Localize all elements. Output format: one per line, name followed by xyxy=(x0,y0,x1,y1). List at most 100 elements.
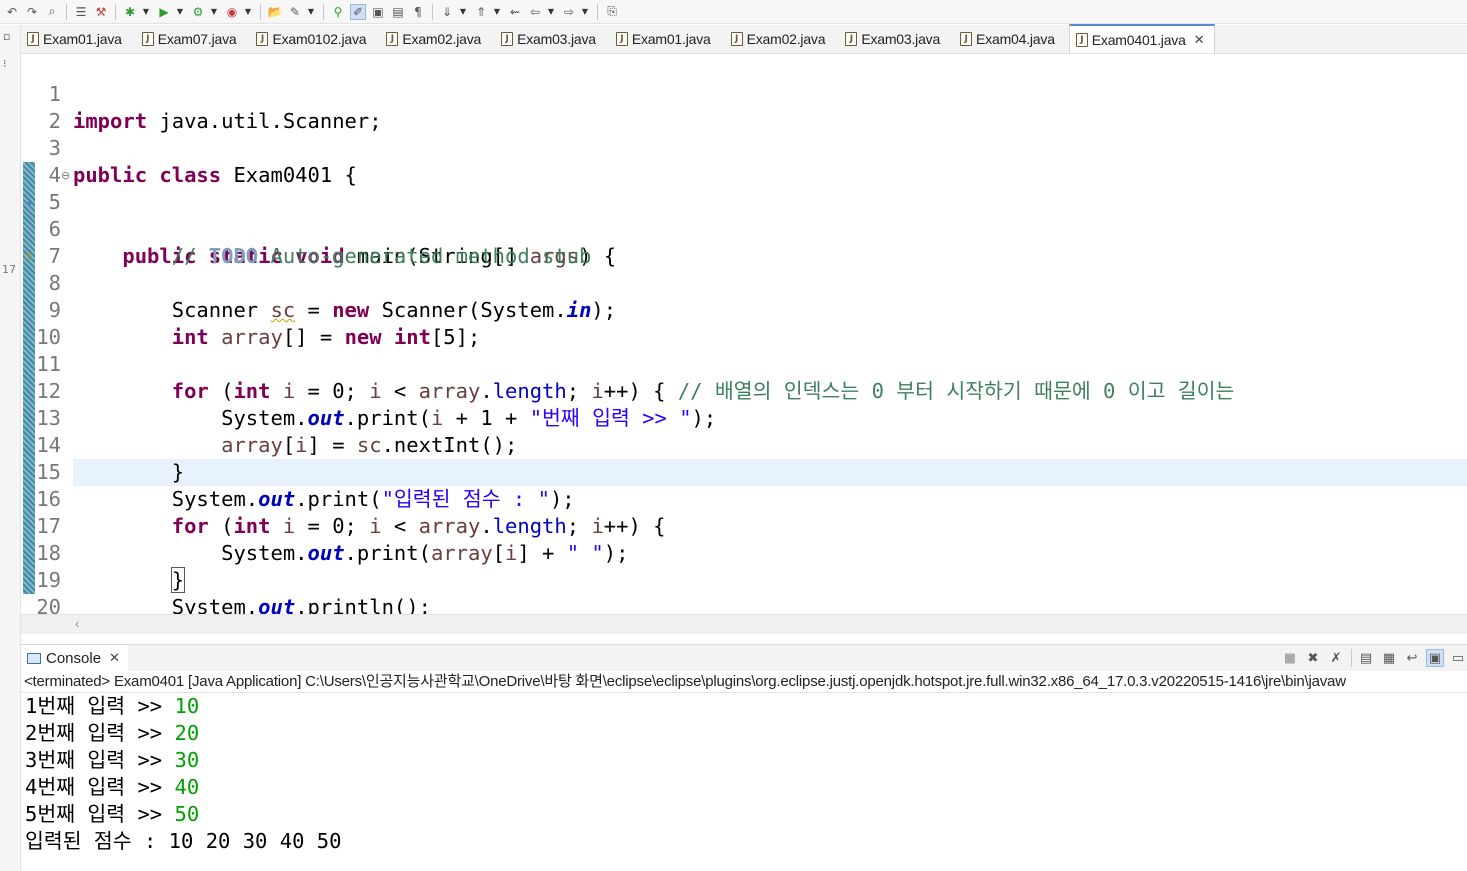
left-trim-strip: ▫ ⁝ 17 xyxy=(0,25,21,871)
tab-exam01[interactable]: J Exam01.java xyxy=(21,25,132,53)
tab-exam07[interactable]: J Exam07.java xyxy=(136,25,247,53)
code-line: 4 xyxy=(21,135,1467,187)
console-output[interactable]: 1번째 입력 >> 10 2번째 입력 >> 20 3번째 입력 >> 30 4… xyxy=(21,693,1467,871)
previous-annotation-icon[interactable]: ⇑ xyxy=(473,4,489,20)
code-line: 2 xyxy=(21,81,1467,133)
close-icon[interactable]: ✕ xyxy=(1194,32,1205,48)
block-selection-icon[interactable]: ▣ xyxy=(370,4,386,20)
line-marker-label: 17 xyxy=(2,263,16,276)
remove-launch-icon[interactable]: ✖ xyxy=(1304,649,1322,667)
tab-exam02[interactable]: J Exam02.java xyxy=(380,25,491,53)
toolbar-separator xyxy=(260,3,261,20)
tab-console[interactable]: Console ✕ xyxy=(21,645,128,671)
next-annotation-icon[interactable]: ⇓ xyxy=(439,4,455,20)
highlight-icon[interactable]: ✐ xyxy=(350,3,366,20)
code-line: 11 for (int i = 0; i < array.length; i++… xyxy=(21,324,1467,403)
chevron-down-icon[interactable]: ▼ xyxy=(142,4,150,20)
code-line: 15 System.out.print("입력된 점수 : "); xyxy=(21,432,1467,511)
coverage-icon[interactable]: ◉ xyxy=(224,4,240,20)
tab-label: Exam01.java xyxy=(631,31,711,47)
pin-console-icon[interactable]: ▣ xyxy=(1426,649,1444,667)
word-wrap-icon[interactable]: ▤ xyxy=(390,4,406,20)
chevron-down-icon[interactable]: ▼ xyxy=(210,4,218,20)
toolbar-separator xyxy=(432,3,433,20)
code-editor[interactable]: ▴ ⚠ 1 import java.util.Scanner; 2 3 publ… xyxy=(21,54,1467,634)
scroll-lock-icon[interactable]: ▦ xyxy=(1380,649,1398,667)
tab-exam03[interactable]: J Exam03.java xyxy=(495,25,606,53)
editor-tab-bar: J Exam01.java J Exam07.java J Exam0102.j… xyxy=(21,24,1467,54)
console-line: 3번째 입력 >> 30 xyxy=(25,747,199,774)
refactor-icon[interactable]: ⚒ xyxy=(93,4,109,20)
close-icon[interactable]: ✕ xyxy=(109,650,120,666)
debug-icon[interactable]: ✱ xyxy=(122,4,138,20)
open-type-icon[interactable]: 📂 xyxy=(267,4,283,20)
console-prompt: 5번째 입력 >> xyxy=(25,802,175,826)
breadcrumb-icon[interactable]: ⚲ xyxy=(330,4,346,20)
display-console-icon[interactable]: ▭ xyxy=(1449,649,1467,667)
tab-exam04[interactable]: J Exam04.java xyxy=(954,25,1065,53)
back-icon[interactable]: ⇦ xyxy=(527,4,543,20)
show-whitespace-icon[interactable]: ¶ xyxy=(410,4,426,20)
java-file-icon: J xyxy=(1075,32,1088,47)
redo-icon[interactable]: ↷ xyxy=(24,4,40,20)
pin-editor-icon[interactable]: ⎘ xyxy=(604,4,620,20)
tab-exam0401[interactable]: J Exam0401.java ✕ xyxy=(1068,24,1216,53)
clear-console-icon[interactable]: ▤ xyxy=(1357,649,1375,667)
chevron-down-icon[interactable]: ▼ xyxy=(459,4,467,20)
main-toolbar: ↶ ↷ ⌕ ☰ ⚒ ✱ ▼ ▶ ▼ ⚙ ▼ ◉ ▼ 📂 ✎ ▼ ⚲ ✐ ▣ ▤ … xyxy=(0,0,1467,24)
toolbar-separator xyxy=(597,3,598,20)
java-file-icon: J xyxy=(845,32,858,46)
java-file-icon: J xyxy=(141,32,154,46)
remove-all-terminated-icon[interactable]: ✗ xyxy=(1327,649,1345,667)
scroll-left-icon[interactable]: ‹ xyxy=(75,616,79,631)
run-icon[interactable]: ▶ xyxy=(156,4,172,20)
package-explorer-icon[interactable]: ⁝ xyxy=(3,57,7,70)
chevron-down-icon[interactable]: ▼ xyxy=(547,4,555,20)
chevron-down-icon[interactable]: ▼ xyxy=(176,4,184,20)
console-input-value: 10 xyxy=(174,694,200,718)
word-wrap-icon[interactable]: ↩ xyxy=(1403,649,1421,667)
console-tab-label: Console xyxy=(46,649,102,667)
tab-label: Exam02.java xyxy=(746,31,826,47)
java-file-icon: J xyxy=(386,32,399,46)
toggle-mark-occurrences-icon[interactable]: ↶ xyxy=(4,4,20,20)
chevron-down-icon[interactable]: ▼ xyxy=(493,4,501,20)
console-input-value: 30 xyxy=(174,748,200,772)
tab-exam0102[interactable]: J Exam0102.java xyxy=(250,25,376,53)
tab-label: Exam04.java xyxy=(976,31,1055,47)
java-file-icon: J xyxy=(960,32,973,46)
code-line: 7 xyxy=(21,216,1467,268)
code-line: 6 // TODO Auto-generated method stub xyxy=(21,189,1467,268)
fold-collapse-icon[interactable]: ⊖ xyxy=(61,162,70,189)
code-line: 13 array[i] = sc.nextInt(); xyxy=(21,378,1467,457)
console-line: 1번째 입력 >> 10 xyxy=(25,693,199,720)
console-prompt: 1번째 입력 >> xyxy=(25,694,175,718)
open-task-icon[interactable]: ✎ xyxy=(287,4,303,20)
tab-label: Exam0401.java xyxy=(1091,31,1186,48)
chevron-down-icon[interactable]: ▼ xyxy=(244,4,252,20)
tab-label: Exam01.java xyxy=(43,31,122,47)
chevron-down-icon[interactable]: ▼ xyxy=(307,4,315,20)
terminate-icon[interactable]: ■ xyxy=(1281,649,1299,667)
tab-exam01-b[interactable]: J Exam01.java xyxy=(610,25,721,53)
tab-exam02-b[interactable]: J Exam02.java xyxy=(725,25,836,53)
code-line: 5 ⊖ public static void main(String[] arg… xyxy=(21,162,1467,268)
tab-label: Exam02.java xyxy=(402,31,482,47)
last-edit-icon[interactable]: ⇜ xyxy=(507,4,523,20)
console-input-value: 40 xyxy=(174,775,200,799)
tab-exam03-b[interactable]: J Exam03.java xyxy=(839,25,950,53)
toolbar-separator xyxy=(66,3,67,20)
chevron-down-icon[interactable]: ▼ xyxy=(581,4,589,20)
restore-view-icon[interactable]: ▫ xyxy=(3,30,10,43)
toolbar-separator xyxy=(323,3,324,20)
tab-label: Exam03.java xyxy=(517,31,596,47)
search-icon[interactable]: ⌕ xyxy=(44,4,60,20)
code-line: 12 System.out.print(i + 1 + "번째 입력 >> ")… xyxy=(21,351,1467,430)
list-icon[interactable]: ☰ xyxy=(73,4,89,20)
console-input-value: 20 xyxy=(174,721,200,745)
console-line: 2번째 입력 >> 20 xyxy=(25,720,199,747)
horizontal-scrollbar[interactable]: ‹ xyxy=(21,614,1467,634)
forward-icon[interactable]: ⇨ xyxy=(561,4,577,20)
code-line: 18 } xyxy=(21,513,1467,593)
run-external-icon[interactable]: ⚙ xyxy=(190,4,206,20)
